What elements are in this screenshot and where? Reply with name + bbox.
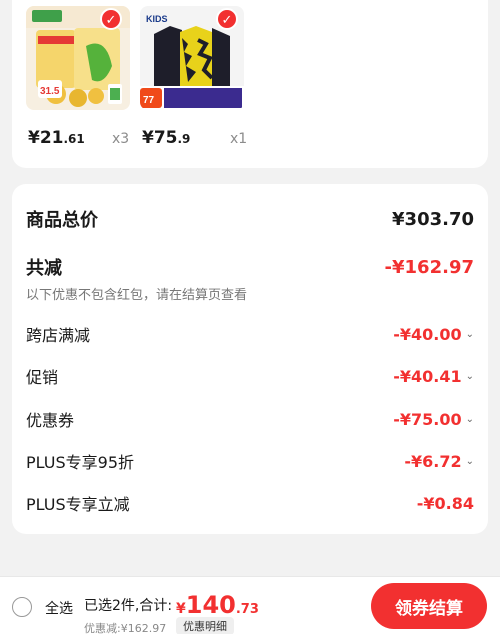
discount-row-promotion[interactable]: 促销 -¥40.41 ⌄ <box>26 364 474 388</box>
checkout-bar: 全选 已选2件,合计: ¥140.73 优惠减:¥162.97 优惠明细 领券结… <box>0 576 500 634</box>
selected-count-text: 已选2件,合计: <box>84 598 173 614</box>
product-brand-2: KIDS <box>146 14 168 24</box>
discount-label: 跨店满减 <box>26 326 91 345</box>
product-2-quantity: x1 <box>230 131 248 147</box>
total-price-value: ¥303.70 <box>392 208 474 230</box>
discount-value: -¥40.41 <box>393 366 462 386</box>
discount-detail-button[interactable]: 优惠明细 <box>176 617 234 634</box>
total-reduction-value: -¥162.97 <box>384 256 474 278</box>
select-all-radio-icon[interactable] <box>12 597 32 617</box>
chevron-down-icon: ⌄ <box>465 413 474 425</box>
chevron-down-icon: ⌄ <box>465 328 474 340</box>
discount-label: PLUS专享95折 <box>26 453 134 472</box>
chevron-down-icon: ⌄ <box>465 370 474 382</box>
discount-label: 促销 <box>26 368 59 387</box>
product-1-quantity: x3 <box>112 131 130 147</box>
product-badge-2: 77 <box>143 95 155 106</box>
discount-value: -¥75.00 <box>393 409 462 429</box>
product-1-checked-checkbox[interactable]: ✓ <box>100 8 122 30</box>
discount-label: PLUS专享立减 <box>26 495 130 514</box>
product-2-checked-checkbox[interactable]: ✓ <box>216 8 238 30</box>
discount-label: 优惠券 <box>26 411 75 430</box>
chevron-down-icon: ⌄ <box>465 455 474 467</box>
product-2-price: ¥75.9 <box>142 128 191 148</box>
total-price-label: 商品总价 <box>26 210 98 231</box>
price-summary-card: 商品总价 ¥303.70 共减 -¥162.97 以下优惠不包含红包，请在结算页… <box>12 184 488 534</box>
discount-row-plus-instant: PLUS专享立减 -¥0.84 <box>26 491 474 515</box>
checkout-button[interactable]: 领券结算 <box>371 583 487 629</box>
discount-total-text: 优惠减:¥162.97 <box>84 622 167 634</box>
total-price-row: 商品总价 ¥303.70 <box>26 206 474 232</box>
total-reduction-label: 共减 <box>26 258 62 279</box>
product-badge-1: 31.5 <box>40 86 60 97</box>
total-reduction-row: 共减 -¥162.97 <box>26 254 474 280</box>
selected-products-card: 31.5 ✓ KIDS 77 ✓ ¥21.61 x3 ¥75.9 x1 <box>12 0 488 168</box>
discount-note: 以下优惠不包含红包，请在结算页查看 <box>26 288 248 303</box>
discount-value: -¥0.84 <box>416 493 474 513</box>
product-1-price: ¥21.61 <box>28 128 85 148</box>
discount-row-cross-store[interactable]: 跨店满减 -¥40.00 ⌄ <box>26 322 474 346</box>
discount-row-coupon[interactable]: 优惠券 -¥75.00 ⌄ <box>26 407 474 431</box>
total-sum: ¥140.73 <box>176 591 259 619</box>
discount-value: -¥6.72 <box>404 451 462 471</box>
discount-value: -¥40.00 <box>393 324 462 344</box>
select-all-label[interactable]: 全选 <box>45 598 73 618</box>
discount-row-plus-95[interactable]: PLUS专享95折 -¥6.72 ⌄ <box>26 449 474 473</box>
